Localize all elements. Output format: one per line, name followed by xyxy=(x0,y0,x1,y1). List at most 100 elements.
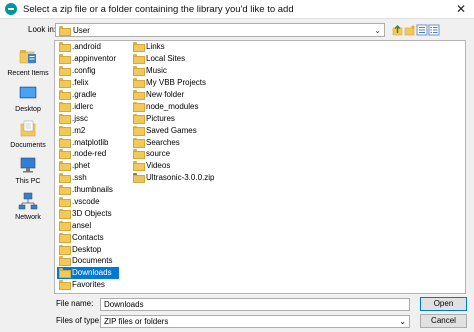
list-item-label: My VBB Projects xyxy=(146,78,207,88)
list-item[interactable]: Saved Games xyxy=(131,124,217,136)
place-label: Recent Items xyxy=(7,70,49,77)
place-desktop[interactable]: Desktop xyxy=(4,84,52,113)
list-item-label: Favorites xyxy=(72,280,105,290)
folder-icon xyxy=(59,26,71,36)
folder-icon xyxy=(133,125,145,136)
folder-icon xyxy=(59,101,71,112)
list-item-label: Music xyxy=(146,66,167,76)
list-item-label: .node-red xyxy=(72,149,107,159)
list-item-label: .gradle xyxy=(72,90,97,99)
folder-icon xyxy=(59,244,71,255)
close-icon[interactable]: ✕ xyxy=(454,2,468,16)
list-item[interactable]: .gradle xyxy=(57,89,119,101)
list-item[interactable]: Searches xyxy=(131,136,217,148)
list-item[interactable]: ansel xyxy=(57,219,119,231)
open-button[interactable]: Open xyxy=(420,297,467,311)
network-icon xyxy=(18,192,38,210)
place-recent-items[interactable]: Recent Items xyxy=(4,48,52,77)
place-label: This PC xyxy=(15,178,41,185)
list-item-label: .android xyxy=(72,42,101,52)
list-item-label: .appinventor xyxy=(72,54,117,64)
list-item[interactable]: source xyxy=(131,148,217,160)
file-column-1: .android .appinventor .config .felix .gradle… xyxy=(57,41,120,291)
list-item-label: .jssc xyxy=(72,113,88,123)
list-item-label: .felix xyxy=(72,78,89,88)
look-in-dropdown[interactable]: User ⌄ xyxy=(55,23,385,37)
folder-icon xyxy=(59,208,71,219)
folder-icon xyxy=(133,137,145,148)
folder-icon xyxy=(59,137,71,148)
place-label: Documents xyxy=(10,142,46,149)
list-item[interactable]: .vscode xyxy=(57,196,119,208)
file-list[interactable]: .android .appinventor .config .felix .gradle… xyxy=(54,40,466,294)
look-in-row: Look in: User ⌄ xyxy=(0,22,474,38)
list-item-label: Links xyxy=(146,42,165,52)
list-item[interactable]: Favorites xyxy=(57,279,119,291)
list-item[interactable]: .appinventor xyxy=(57,53,119,65)
place-this-pc[interactable]: This PC xyxy=(4,156,52,185)
folder-icon xyxy=(59,78,71,89)
look-in-value: User xyxy=(73,25,90,35)
window-title: Select a zip file or a folder containing… xyxy=(23,3,294,15)
list-item[interactable]: Links xyxy=(131,41,217,53)
cancel-button[interactable]: Cancel xyxy=(420,314,467,328)
list-item-label: .config xyxy=(72,66,96,76)
folder-icon xyxy=(59,197,71,208)
folder-icon xyxy=(133,66,145,77)
files-of-type-dropdown[interactable]: ZIP files or folders ⌄ xyxy=(100,315,410,328)
list-item[interactable]: Music xyxy=(131,65,217,77)
list-item[interactable]: .ssh xyxy=(57,172,119,184)
list-item[interactable]: Local Sites xyxy=(131,53,217,65)
list-item[interactable]: .idlerc xyxy=(57,100,119,112)
list-item[interactable]: Downloads xyxy=(57,266,120,279)
folder-icon xyxy=(59,161,71,172)
look-in-label: Look in: xyxy=(28,25,57,34)
folder-icon xyxy=(133,54,145,65)
list-item[interactable]: Desktop xyxy=(57,243,119,255)
list-item-label: Ultrasonic-3.0.0.zip xyxy=(146,173,215,183)
list-item[interactable]: Documents xyxy=(57,255,119,267)
list-item[interactable]: Ultrasonic-3.0.0.zip xyxy=(131,172,217,184)
place-network[interactable]: Network xyxy=(4,192,52,221)
file-column-2: Links Local Sites Music My VBB Projects New … xyxy=(131,41,217,184)
folder-icon xyxy=(59,173,71,184)
folder-icon xyxy=(59,149,71,160)
place-documents[interactable]: Documents xyxy=(4,120,52,149)
list-view-icon[interactable] xyxy=(416,24,428,36)
list-item-label: Desktop xyxy=(72,244,102,254)
new-folder-icon[interactable] xyxy=(404,24,416,36)
list-item[interactable]: Videos xyxy=(131,160,217,172)
list-item[interactable]: node_modules xyxy=(131,100,217,112)
desktop-icon xyxy=(19,86,37,99)
folder-icon xyxy=(59,42,71,53)
list-item-label: Downloads xyxy=(72,268,112,278)
recent-items-icon xyxy=(19,50,36,64)
list-item[interactable]: Pictures xyxy=(131,112,217,124)
list-item[interactable]: .matplotlib xyxy=(57,136,119,148)
folder-icon xyxy=(59,220,71,231)
folder-icon xyxy=(59,113,71,124)
list-item[interactable]: .felix xyxy=(57,77,119,89)
list-item-label: Pictures xyxy=(146,113,175,123)
list-item-label: Documents xyxy=(72,256,113,266)
list-item[interactable]: Contacts xyxy=(57,231,119,243)
list-item[interactable]: .thumbnails xyxy=(57,184,119,196)
list-item[interactable]: My VBB Projects xyxy=(131,77,217,89)
folder-icon xyxy=(133,113,145,124)
list-item-label: ansel xyxy=(72,220,92,230)
list-item[interactable]: .config xyxy=(57,65,119,77)
list-item[interactable]: New folder xyxy=(131,89,217,101)
file-name-input[interactable]: Downloads xyxy=(100,298,410,311)
list-item[interactable]: .node-red xyxy=(57,148,119,160)
details-view-icon[interactable] xyxy=(428,24,440,36)
up-one-level-icon[interactable] xyxy=(392,24,404,36)
list-item[interactable]: .m2 xyxy=(57,124,119,136)
list-item-label: Searches xyxy=(146,137,180,147)
list-item[interactable]: .android xyxy=(57,41,119,53)
list-item[interactable]: .phet xyxy=(57,160,119,172)
list-item[interactable]: .jssc xyxy=(57,112,119,124)
folder-icon xyxy=(133,161,145,172)
list-item[interactable]: 3D Objects xyxy=(57,207,119,219)
place-label: Desktop xyxy=(15,106,41,113)
folder-icon xyxy=(133,78,145,89)
